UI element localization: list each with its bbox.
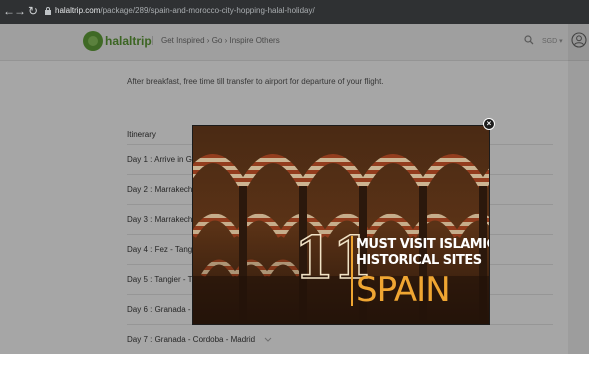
browser-toolbar: ← → ↻ halaltrip.com/package/289/spain-an… <box>0 0 589 24</box>
address-bar[interactable]: halaltrip.com/package/289/spain-and-moro… <box>55 5 315 17</box>
url-path: /package/289/spain-and-morocco-city-hopp… <box>100 6 315 15</box>
promo-headline-3: SPAIN <box>356 270 451 310</box>
promo-headline-1: MUST VISIT ISLAMIC <box>356 237 490 252</box>
promo-headline-2: HISTORICAL SITES <box>356 253 482 268</box>
url-host: halaltrip.com <box>55 6 101 15</box>
promo-modal: 11 MUST VISIT ISLAMIC HISTORICAL SITES S… <box>192 125 490 325</box>
forward-icon[interactable]: → <box>13 4 27 18</box>
reload-icon[interactable]: ↻ <box>26 4 40 18</box>
page-bottom <box>0 354 611 365</box>
close-icon[interactable]: × <box>483 118 495 130</box>
promo-divider <box>351 236 353 306</box>
page-gutter <box>568 24 589 354</box>
lock-icon <box>45 7 51 15</box>
